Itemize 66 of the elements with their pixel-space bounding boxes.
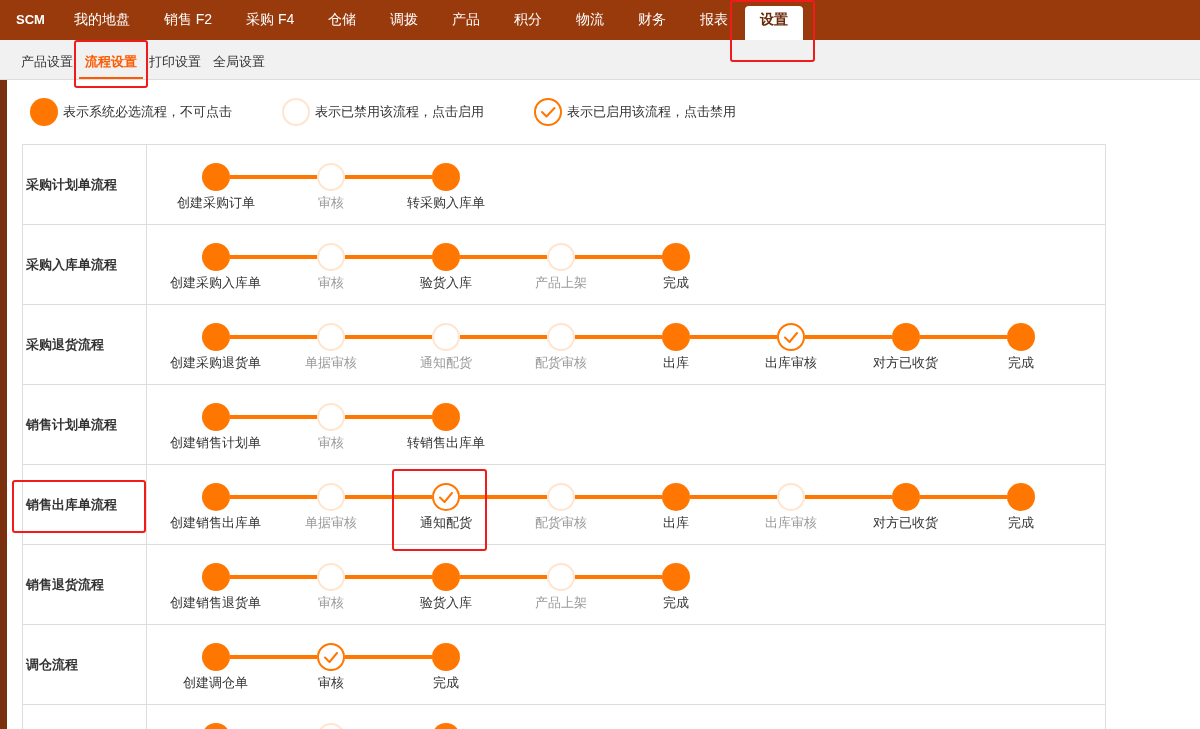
step-label: 审核 [317, 275, 344, 291]
check-icon [323, 651, 338, 663]
step-label: 创建采购退货单 [170, 355, 261, 371]
step-label: 出库审核 [764, 515, 817, 531]
nav-tab[interactable]: 财务 [621, 6, 684, 40]
brand-name: SCM [16, 11, 45, 29]
step-label: 单据审核 [304, 515, 357, 531]
step-label: 通知配货 [419, 515, 472, 531]
step-toggle[interactable] [431, 483, 460, 511]
flow-name: 采购入库单流程 [26, 255, 117, 274]
nav-tab[interactable]: 物流 [559, 6, 622, 40]
step-label: 产品上架 [534, 595, 587, 611]
flow-name: 采购退货流程 [26, 335, 104, 354]
step-label: 验货入库 [419, 275, 472, 291]
step-label: 对方已收货 [873, 355, 938, 371]
check-icon [783, 331, 798, 343]
step-label: 出库 [662, 515, 689, 531]
step-label: 出库审核 [764, 355, 817, 371]
step-label: 配货审核 [534, 515, 587, 531]
step-label: 审核 [317, 595, 344, 611]
step-label: 创建采购订单 [176, 195, 255, 211]
legend-text: 表示已禁用该流程，点击启用 [315, 103, 484, 121]
step-label: 创建销售计划单 [170, 435, 261, 451]
nav-tab[interactable]: 仓储 [311, 6, 374, 40]
nav-tab[interactable]: 积分 [497, 6, 560, 40]
step-label: 单据审核 [304, 355, 357, 371]
nav-tab[interactable]: 设置 [745, 6, 804, 40]
step-toggle[interactable] [316, 643, 345, 671]
step-label: 产品上架 [534, 275, 587, 291]
step-label: 对方已收货 [873, 515, 938, 531]
step-label: 转销售出库单 [406, 435, 485, 451]
nav-tab[interactable]: 采购 F4 [229, 6, 312, 40]
flow-name: 销售出库单流程 [26, 495, 117, 514]
step-label: 创建销售出库单 [170, 515, 261, 531]
flow-name: 调仓流程 [26, 655, 78, 674]
step-label: 完成 [662, 595, 689, 611]
nav-tab[interactable]: 报表 [683, 6, 746, 40]
flow-name: 销售退货流程 [26, 575, 104, 594]
step-label: 完成 [1007, 355, 1034, 371]
step-label: 审核 [317, 675, 344, 691]
step-label: 出库 [662, 355, 689, 371]
nav-tab[interactable]: 销售 F2 [146, 6, 230, 40]
step-label: 完成 [1007, 515, 1034, 531]
step-label: 完成 [662, 275, 689, 291]
settings-tab[interactable]: 产品设置 [15, 44, 79, 79]
settings-tab[interactable]: 全局设置 [207, 44, 271, 79]
step-label: 配货审核 [534, 355, 587, 371]
step-label: 完成 [432, 675, 459, 691]
legend-text: 表示系统必选流程，不可点击 [63, 103, 232, 121]
step-label: 转采购入库单 [406, 195, 485, 211]
step-toggle[interactable] [776, 323, 805, 351]
nav-tab[interactable]: 调拨 [373, 6, 436, 40]
step-label: 验货入库 [419, 595, 472, 611]
nav-tab[interactable]: 产品 [435, 6, 498, 40]
nav-tab[interactable]: 我的地盘 [56, 6, 147, 40]
step-label: 创建采购入库单 [170, 275, 261, 291]
settings-tab[interactable]: 打印设置 [143, 44, 207, 79]
check-icon [438, 491, 453, 503]
step-label: 通知配货 [419, 355, 472, 371]
step-label: 审核 [317, 195, 344, 211]
legend-text: 表示已启用该流程，点击禁用 [567, 103, 736, 121]
step-label: 创建销售退货单 [170, 595, 261, 611]
flow-name: 采购计划单流程 [26, 175, 117, 194]
step-label: 审核 [317, 435, 344, 451]
flow-name: 销售计划单流程 [26, 415, 117, 434]
step-label: 创建调仓单 [183, 675, 248, 691]
